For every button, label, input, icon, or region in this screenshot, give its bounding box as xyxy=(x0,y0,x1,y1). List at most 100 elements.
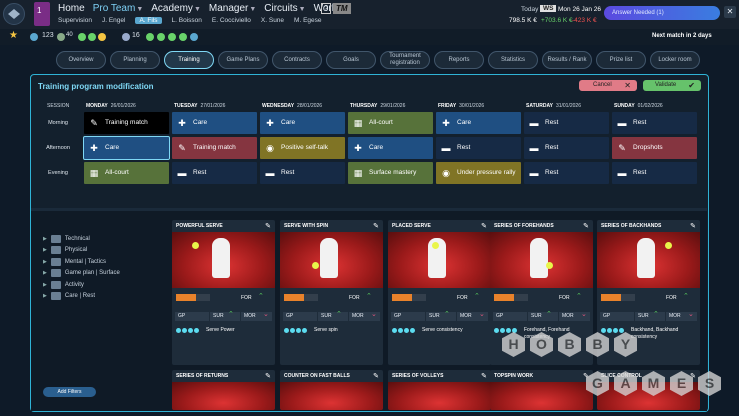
bed-icon: ▬ xyxy=(529,118,539,128)
exercise-card[interactable]: COUNTER ON FAST BALLS ✎ xyxy=(280,370,383,410)
tab-results-rank[interactable]: Results / Rank xyxy=(542,51,592,69)
mood-icon xyxy=(78,33,86,41)
intensity-dot xyxy=(404,328,409,333)
session-label: Evening xyxy=(48,170,68,176)
sur-stat: SUR xyxy=(426,312,456,321)
schedule-slot[interactable]: ▦ All-court xyxy=(84,162,169,184)
filter-care-rest[interactable]: ▶ Care | Rest xyxy=(43,291,120,303)
schedule-slot[interactable]: ▬ Rest xyxy=(524,162,609,184)
tab-training[interactable]: Training xyxy=(164,51,214,69)
schedule-slot[interactable]: ✚ Care xyxy=(172,112,257,134)
session-label: Afternoon xyxy=(46,145,70,151)
nav-circuits[interactable]: Circuits▼ xyxy=(264,3,305,14)
chevron-right-icon: ▶ xyxy=(43,293,47,300)
filter-activity[interactable]: ▶ Activity xyxy=(43,279,120,291)
chevron-down-icon: ▼ xyxy=(298,6,306,13)
schedule-slot[interactable]: ▬ Rest xyxy=(524,112,609,134)
subnav-player-engel[interactable]: J. Engel xyxy=(102,17,126,24)
answer-needed-button[interactable]: Answer Needed (1) xyxy=(604,6,720,20)
sur-stat: SUR xyxy=(528,312,558,321)
add-filters-button[interactable]: Add Filters xyxy=(43,387,96,397)
mor-label: MOR xyxy=(669,313,681,319)
schedule-slot[interactable]: ✎ Dropshots xyxy=(612,137,697,159)
schedule-slot[interactable]: ▬ Rest xyxy=(436,137,521,159)
exercise-card[interactable]: SERIES OF VOLLEYS ✎ xyxy=(388,370,491,410)
nav-academy[interactable]: Academy▼ xyxy=(151,3,201,14)
watermark-letter: O xyxy=(530,332,553,357)
schedule-slot[interactable]: ▬ Rest xyxy=(524,137,609,159)
nav-manager[interactable]: Manager▼ xyxy=(209,3,256,14)
chevron-right-icon: ▶ xyxy=(43,235,47,242)
card-title: SERIES OF FOREHANDS xyxy=(494,223,554,229)
progress-fill xyxy=(176,294,197,301)
star-icon[interactable]: ★ xyxy=(9,30,18,41)
main-nav: Home Pro Team▼ Academy▼ Manager▼ Circuit… xyxy=(58,3,355,14)
arrow-down-icon: ⌄ xyxy=(581,311,587,318)
tab-reports[interactable]: Reports xyxy=(434,51,484,69)
schedule-slot[interactable]: ▬ Rest xyxy=(612,162,697,184)
schedule-slot[interactable]: ▦ Surface mastery xyxy=(348,162,433,184)
arrow-up-icon: ⌃ xyxy=(474,293,480,300)
day-header: MONDAY 26/01/2026 xyxy=(86,103,136,109)
schedule-slot[interactable]: ✚ Care xyxy=(436,112,521,134)
schedule-slot[interactable]: ◉ Under pressure rally xyxy=(436,162,521,184)
tab-game-plans[interactable]: Game Plans xyxy=(218,51,268,69)
filter-game-plan-surface[interactable]: ▶ Game plan | Surface xyxy=(43,268,120,280)
subnav-supervision[interactable]: Supervision xyxy=(58,17,92,24)
subnav-player-egese[interactable]: M. Egese xyxy=(294,17,321,24)
intensity-dots xyxy=(392,328,415,333)
chevron-right-icon: ▶ xyxy=(43,281,47,288)
tab-statistics[interactable]: Statistics xyxy=(488,51,538,69)
mail-icon[interactable]: 1 xyxy=(34,2,50,26)
tab-contracts[interactable]: Contracts xyxy=(272,51,322,69)
mood-icon xyxy=(88,33,96,41)
schedule-slot[interactable]: ▬ Rest xyxy=(172,162,257,184)
watermark-letter: B xyxy=(586,332,609,357)
subnav-player-boisson[interactable]: L. Boisson xyxy=(172,17,202,24)
tab-planning[interactable]: Planning xyxy=(110,51,160,69)
close-icon[interactable]: ✕ xyxy=(724,6,736,18)
schedule-slot[interactable]: ✚ Care xyxy=(260,112,345,134)
medkit-icon: ✚ xyxy=(266,118,274,128)
schedule-slot[interactable]: ▬ Rest xyxy=(612,112,697,134)
slot-label: Rest xyxy=(633,169,647,176)
help-icon[interactable]: ? xyxy=(321,3,331,14)
cancel-button[interactable]: Cancel ✕ xyxy=(579,80,637,91)
player-image xyxy=(280,232,383,288)
nav-home[interactable]: Home xyxy=(58,3,85,14)
exercise-card[interactable]: POWERFUL SERVE ✎ FOR ⌃ GP SUR ⌃ MOR ⌄ Serve Power xyxy=(172,220,275,365)
tab-tournament-registration[interactable]: Tournament registration xyxy=(380,51,430,69)
slot-label: Training match xyxy=(105,119,148,126)
filter-physical[interactable]: ▶ Physical xyxy=(43,245,120,257)
schedule-slot[interactable]: ✎ Training match xyxy=(84,112,169,134)
exercise-card[interactable]: SERVE WITH SPIN ✎ FOR ⌃ GP SUR ⌃ MOR ⌄ Serve spin xyxy=(280,220,383,365)
tab-locker-room[interactable]: Locker room xyxy=(650,51,700,69)
stat-form: 40 xyxy=(66,32,73,38)
tab-overview[interactable]: Overview xyxy=(56,51,106,69)
subnav-player-sune[interactable]: X. Sune xyxy=(261,17,284,24)
schedule-slot[interactable]: ✚ Care xyxy=(348,137,433,159)
schedule-slot[interactable]: ◉ Positive self-talk xyxy=(260,137,345,159)
exercise-card[interactable]: PLACED SERVE ✎ FOR ⌃ GP SUR ⌃ MOR ⌄ Serve consist… xyxy=(388,220,491,365)
back-forward-logo-icon[interactable] xyxy=(3,3,25,25)
filter-technical[interactable]: ▶ Technical xyxy=(43,233,120,245)
player-image xyxy=(172,232,275,288)
progress-bar xyxy=(176,294,210,301)
arrow-down-icon: ⌄ xyxy=(371,311,377,318)
validate-button[interactable]: Validate ✔ xyxy=(643,80,701,91)
exercise-card[interactable]: SERIES OF RETURNS ✎ xyxy=(172,370,275,410)
schedule-slot[interactable]: ▬ Rest xyxy=(260,162,345,184)
nav-pro-team[interactable]: Pro Team▼ xyxy=(93,3,144,14)
sur-label: SUR xyxy=(213,313,224,319)
schedule-slot[interactable]: ▦ All-court xyxy=(348,112,433,134)
schedule-slot[interactable]: ✚ Care xyxy=(83,136,170,160)
schedule-slot[interactable]: ✎ Training match xyxy=(172,137,257,159)
day-header: TUESDAY 27/01/2026 xyxy=(174,103,225,109)
subnav-player-cocciviello[interactable]: E. Cocciviello xyxy=(212,17,251,24)
brain-icon xyxy=(50,257,61,266)
filter-mental-tactics[interactable]: ▶ Mental | Tactics xyxy=(43,256,120,268)
subnav-player-fils[interactable]: A. Fils xyxy=(135,17,162,24)
tm-logo[interactable]: TM xyxy=(333,3,351,14)
tab-prize-list[interactable]: Prize list xyxy=(596,51,646,69)
tab-goals[interactable]: Goals xyxy=(326,51,376,69)
